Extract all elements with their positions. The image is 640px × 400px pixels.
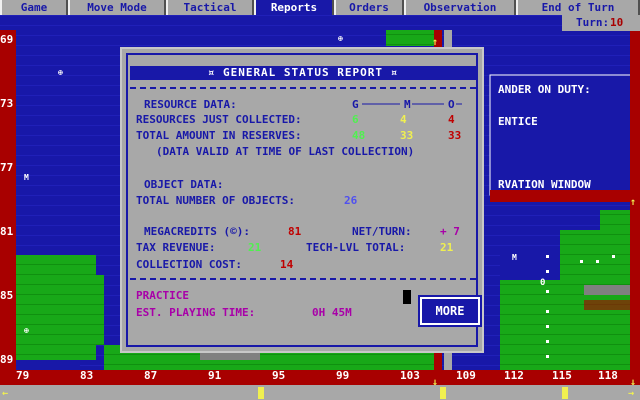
col-header-g: G [352, 98, 359, 111]
tax-label: TAX REVENUE: [136, 241, 216, 254]
svg-text:⊕: ⊕ [58, 68, 63, 77]
divider [130, 87, 476, 89]
game-mode: PRACTICE [136, 289, 189, 302]
playtime-value: 0H 45M [312, 306, 352, 319]
divider [130, 278, 476, 280]
dialog-title: ¤ GENERAL STATUS REPORT ¤ [130, 66, 476, 80]
netturn-value: + 7 [440, 225, 460, 238]
svg-text:↑: ↑ [630, 197, 636, 208]
col-label: 103 [400, 369, 420, 382]
reserves-label: TOTAL AMOUNT IN RESERVES: [136, 129, 302, 142]
col-label: 95 [272, 369, 286, 382]
svg-text:M: M [24, 173, 29, 182]
col-label: 91 [208, 369, 222, 382]
validity-note: (DATA VALID AT TIME OF LAST COLLECTION) [156, 145, 415, 158]
techlvl-value: 21 [440, 241, 454, 254]
svg-text:⊕: ⊕ [24, 326, 29, 335]
more-button[interactable]: MORE [418, 295, 482, 327]
row-label: 81 [0, 225, 14, 238]
svg-text:0: 0 [540, 278, 545, 288]
col-label: 112 [504, 369, 524, 382]
col-label: 109 [456, 369, 476, 382]
text-cursor [403, 290, 411, 304]
commander-label-fragment: ANDER ON DUTY: [498, 83, 591, 96]
menu-game[interactable]: Game [0, 0, 68, 15]
svg-text:→: → [628, 388, 634, 399]
row-label: 69 [0, 33, 14, 46]
techlvl-label: TECH-LVL TOTAL: [306, 241, 406, 254]
col-label: 79 [16, 369, 30, 382]
column-rule [362, 103, 462, 105]
megacredits-label: MEGACREDITS (©): [144, 225, 250, 238]
row-label: 89 [0, 353, 14, 366]
svg-text:←: ← [2, 388, 8, 399]
turn-label: Turn: [576, 16, 610, 29]
collection-cost-label: COLLECTION COST: [136, 258, 242, 271]
col-label: 115 [552, 369, 572, 382]
turn-indicator: Turn: 10 [562, 15, 640, 31]
col-label: 99 [336, 369, 350, 382]
collected-o: 4 [448, 113, 455, 126]
svg-text:⊕: ⊕ [338, 34, 343, 43]
row-label: 85 [0, 289, 14, 302]
menu-orders[interactable]: Orders [334, 0, 404, 15]
menu-reports[interactable]: Reports [254, 0, 334, 15]
svg-text:↓: ↓ [630, 377, 636, 388]
playtime-label: EST. PLAYING TIME: [136, 306, 256, 319]
col-label: 87 [144, 369, 158, 382]
observation-window-fragment: RVATION WINDOW [498, 178, 591, 191]
svg-text:M: M [512, 253, 517, 262]
collected-label: RESOURCES JUST COLLECTED: [136, 113, 302, 126]
megacredits-value: 81 [288, 225, 302, 238]
turn-value: 10 [610, 16, 624, 29]
row-label: 73 [0, 97, 14, 110]
menu-tactical[interactable]: Tactical [166, 0, 254, 15]
object-data-header: OBJECT DATA: [144, 178, 224, 191]
menu-end-of-turn[interactable]: End of Turn [516, 0, 640, 15]
svg-text:↓: ↓ [432, 377, 438, 388]
resource-data-header: RESOURCE DATA: [144, 98, 237, 111]
reserves-o: 33 [448, 129, 462, 142]
objects-value: 26 [344, 194, 358, 207]
collected-g: 6 [352, 113, 359, 126]
reserves-g: 48 [352, 129, 366, 142]
objects-label: TOTAL NUMBER OF OBJECTS: [136, 194, 295, 207]
col-label: 83 [80, 369, 94, 382]
reserves-m: 33 [400, 129, 414, 142]
menu-observation[interactable]: Observation [404, 0, 516, 15]
collected-m: 4 [400, 113, 407, 126]
row-label: 77 [0, 161, 14, 174]
menu-bar: Game Move Mode Tactical Reports Orders O… [0, 0, 640, 15]
tax-value: 21 [248, 241, 262, 254]
col-label: 118 [598, 369, 618, 382]
commander-name-fragment: ENTICE [498, 115, 538, 128]
general-status-report-dialog: ¤ GENERAL STATUS REPORT ¤ RESOURCE DATA:… [120, 47, 484, 353]
netturn-label: NET/TURN: [352, 225, 412, 238]
collection-cost-value: 14 [280, 258, 294, 271]
menu-move-mode[interactable]: Move Mode [68, 0, 166, 15]
